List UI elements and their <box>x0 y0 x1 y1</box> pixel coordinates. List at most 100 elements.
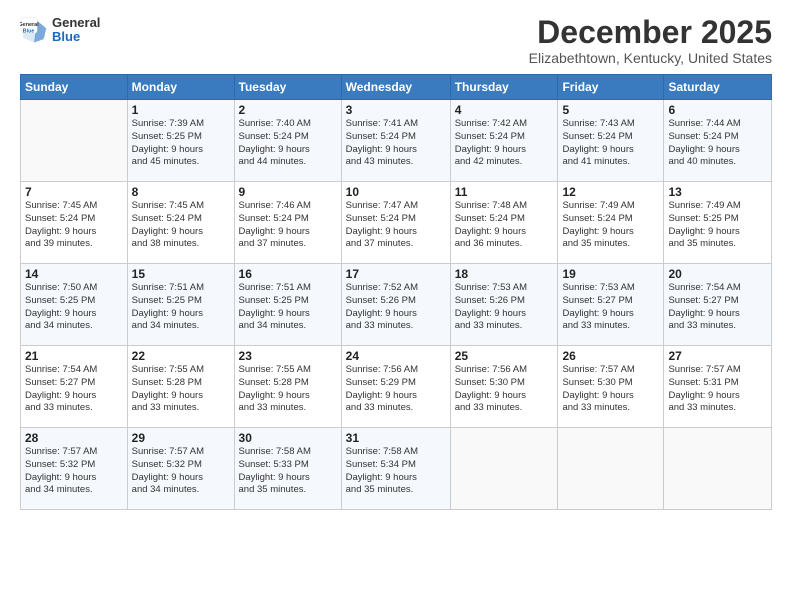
calendar-cell: 26Sunrise: 7:57 AMSunset: 5:30 PMDayligh… <box>558 346 664 428</box>
calendar-cell: 8Sunrise: 7:45 AMSunset: 5:24 PMDaylight… <box>127 182 234 264</box>
calendar-dow-friday: Friday <box>558 75 664 100</box>
calendar-cell: 17Sunrise: 7:52 AMSunset: 5:26 PMDayligh… <box>341 264 450 346</box>
day-info: Sunrise: 7:40 AMSunset: 5:24 PMDaylight:… <box>239 118 337 169</box>
day-info: Sunrise: 7:47 AMSunset: 5:24 PMDaylight:… <box>346 200 446 251</box>
day-number: 12 <box>562 185 659 199</box>
calendar-cell: 3Sunrise: 7:41 AMSunset: 5:24 PMDaylight… <box>341 100 450 182</box>
calendar-table: SundayMondayTuesdayWednesdayThursdayFrid… <box>20 74 772 510</box>
day-number: 30 <box>239 431 337 445</box>
calendar-cell <box>664 428 772 510</box>
day-info: Sunrise: 7:44 AMSunset: 5:24 PMDaylight:… <box>668 118 767 169</box>
calendar-cell: 29Sunrise: 7:57 AMSunset: 5:32 PMDayligh… <box>127 428 234 510</box>
day-number: 15 <box>132 267 230 281</box>
day-info: Sunrise: 7:57 AMSunset: 5:31 PMDaylight:… <box>668 364 767 415</box>
day-number: 10 <box>346 185 446 199</box>
calendar-cell: 7Sunrise: 7:45 AMSunset: 5:24 PMDaylight… <box>21 182 128 264</box>
logo: General Blue General Blue <box>20 16 100 45</box>
day-number: 20 <box>668 267 767 281</box>
day-info: Sunrise: 7:58 AMSunset: 5:33 PMDaylight:… <box>239 446 337 497</box>
day-number: 11 <box>455 185 554 199</box>
calendar-cell: 10Sunrise: 7:47 AMSunset: 5:24 PMDayligh… <box>341 182 450 264</box>
day-number: 27 <box>668 349 767 363</box>
calendar-cell: 15Sunrise: 7:51 AMSunset: 5:25 PMDayligh… <box>127 264 234 346</box>
calendar-cell <box>558 428 664 510</box>
calendar-cell: 27Sunrise: 7:57 AMSunset: 5:31 PMDayligh… <box>664 346 772 428</box>
svg-text:General: General <box>20 22 39 28</box>
day-number: 21 <box>25 349 123 363</box>
calendar-cell <box>450 428 558 510</box>
day-number: 2 <box>239 103 337 117</box>
day-info: Sunrise: 7:48 AMSunset: 5:24 PMDaylight:… <box>455 200 554 251</box>
day-info: Sunrise: 7:56 AMSunset: 5:30 PMDaylight:… <box>455 364 554 415</box>
day-number: 3 <box>346 103 446 117</box>
day-info: Sunrise: 7:41 AMSunset: 5:24 PMDaylight:… <box>346 118 446 169</box>
calendar-week-row: 28Sunrise: 7:57 AMSunset: 5:32 PMDayligh… <box>21 428 772 510</box>
day-info: Sunrise: 7:55 AMSunset: 5:28 PMDaylight:… <box>239 364 337 415</box>
day-number: 24 <box>346 349 446 363</box>
calendar-cell: 1Sunrise: 7:39 AMSunset: 5:25 PMDaylight… <box>127 100 234 182</box>
calendar-cell: 19Sunrise: 7:53 AMSunset: 5:27 PMDayligh… <box>558 264 664 346</box>
calendar-dow-sunday: Sunday <box>21 75 128 100</box>
calendar-dow-monday: Monday <box>127 75 234 100</box>
day-number: 23 <box>239 349 337 363</box>
title-area: December 2025 Elizabethtown, Kentucky, U… <box>529 16 772 66</box>
day-info: Sunrise: 7:51 AMSunset: 5:25 PMDaylight:… <box>132 282 230 333</box>
calendar-header-row: SundayMondayTuesdayWednesdayThursdayFrid… <box>21 75 772 100</box>
day-number: 13 <box>668 185 767 199</box>
day-info: Sunrise: 7:39 AMSunset: 5:25 PMDaylight:… <box>132 118 230 169</box>
day-info: Sunrise: 7:50 AMSunset: 5:25 PMDaylight:… <box>25 282 123 333</box>
calendar-cell: 18Sunrise: 7:53 AMSunset: 5:26 PMDayligh… <box>450 264 558 346</box>
calendar-cell: 23Sunrise: 7:55 AMSunset: 5:28 PMDayligh… <box>234 346 341 428</box>
calendar-cell: 25Sunrise: 7:56 AMSunset: 5:30 PMDayligh… <box>450 346 558 428</box>
svg-text:Blue: Blue <box>23 29 35 35</box>
day-info: Sunrise: 7:49 AMSunset: 5:25 PMDaylight:… <box>668 200 767 251</box>
day-info: Sunrise: 7:52 AMSunset: 5:26 PMDaylight:… <box>346 282 446 333</box>
day-number: 17 <box>346 267 446 281</box>
day-number: 6 <box>668 103 767 117</box>
calendar-cell: 22Sunrise: 7:55 AMSunset: 5:28 PMDayligh… <box>127 346 234 428</box>
month-title: December 2025 <box>529 16 772 48</box>
calendar-cell: 24Sunrise: 7:56 AMSunset: 5:29 PMDayligh… <box>341 346 450 428</box>
location: Elizabethtown, Kentucky, United States <box>529 50 772 66</box>
logo-general: General <box>52 16 100 30</box>
calendar-cell: 21Sunrise: 7:54 AMSunset: 5:27 PMDayligh… <box>21 346 128 428</box>
day-info: Sunrise: 7:57 AMSunset: 5:30 PMDaylight:… <box>562 364 659 415</box>
calendar-cell: 9Sunrise: 7:46 AMSunset: 5:24 PMDaylight… <box>234 182 341 264</box>
day-number: 5 <box>562 103 659 117</box>
day-info: Sunrise: 7:54 AMSunset: 5:27 PMDaylight:… <box>25 364 123 415</box>
calendar-cell: 16Sunrise: 7:51 AMSunset: 5:25 PMDayligh… <box>234 264 341 346</box>
day-number: 18 <box>455 267 554 281</box>
day-number: 22 <box>132 349 230 363</box>
calendar-cell: 20Sunrise: 7:54 AMSunset: 5:27 PMDayligh… <box>664 264 772 346</box>
calendar-cell: 12Sunrise: 7:49 AMSunset: 5:24 PMDayligh… <box>558 182 664 264</box>
day-info: Sunrise: 7:57 AMSunset: 5:32 PMDaylight:… <box>132 446 230 497</box>
calendar-dow-saturday: Saturday <box>664 75 772 100</box>
day-info: Sunrise: 7:58 AMSunset: 5:34 PMDaylight:… <box>346 446 446 497</box>
logo-blue: Blue <box>52 30 100 44</box>
calendar-week-row: 1Sunrise: 7:39 AMSunset: 5:25 PMDaylight… <box>21 100 772 182</box>
calendar-week-row: 7Sunrise: 7:45 AMSunset: 5:24 PMDaylight… <box>21 182 772 264</box>
calendar-cell: 30Sunrise: 7:58 AMSunset: 5:33 PMDayligh… <box>234 428 341 510</box>
header: General Blue General Blue December 2025 … <box>20 16 772 66</box>
day-number: 8 <box>132 185 230 199</box>
day-info: Sunrise: 7:55 AMSunset: 5:28 PMDaylight:… <box>132 364 230 415</box>
calendar-cell: 2Sunrise: 7:40 AMSunset: 5:24 PMDaylight… <box>234 100 341 182</box>
generalblue-logo-icon: General Blue <box>20 16 48 44</box>
calendar-cell: 28Sunrise: 7:57 AMSunset: 5:32 PMDayligh… <box>21 428 128 510</box>
day-info: Sunrise: 7:54 AMSunset: 5:27 PMDaylight:… <box>668 282 767 333</box>
day-info: Sunrise: 7:49 AMSunset: 5:24 PMDaylight:… <box>562 200 659 251</box>
day-number: 19 <box>562 267 659 281</box>
calendar-week-row: 21Sunrise: 7:54 AMSunset: 5:27 PMDayligh… <box>21 346 772 428</box>
day-number: 26 <box>562 349 659 363</box>
day-number: 14 <box>25 267 123 281</box>
day-info: Sunrise: 7:57 AMSunset: 5:32 PMDaylight:… <box>25 446 123 497</box>
calendar-cell: 11Sunrise: 7:48 AMSunset: 5:24 PMDayligh… <box>450 182 558 264</box>
day-number: 1 <box>132 103 230 117</box>
calendar-week-row: 14Sunrise: 7:50 AMSunset: 5:25 PMDayligh… <box>21 264 772 346</box>
calendar-cell <box>21 100 128 182</box>
day-info: Sunrise: 7:43 AMSunset: 5:24 PMDaylight:… <box>562 118 659 169</box>
calendar-dow-thursday: Thursday <box>450 75 558 100</box>
calendar-cell: 31Sunrise: 7:58 AMSunset: 5:34 PMDayligh… <box>341 428 450 510</box>
day-info: Sunrise: 7:46 AMSunset: 5:24 PMDaylight:… <box>239 200 337 251</box>
day-info: Sunrise: 7:53 AMSunset: 5:26 PMDaylight:… <box>455 282 554 333</box>
